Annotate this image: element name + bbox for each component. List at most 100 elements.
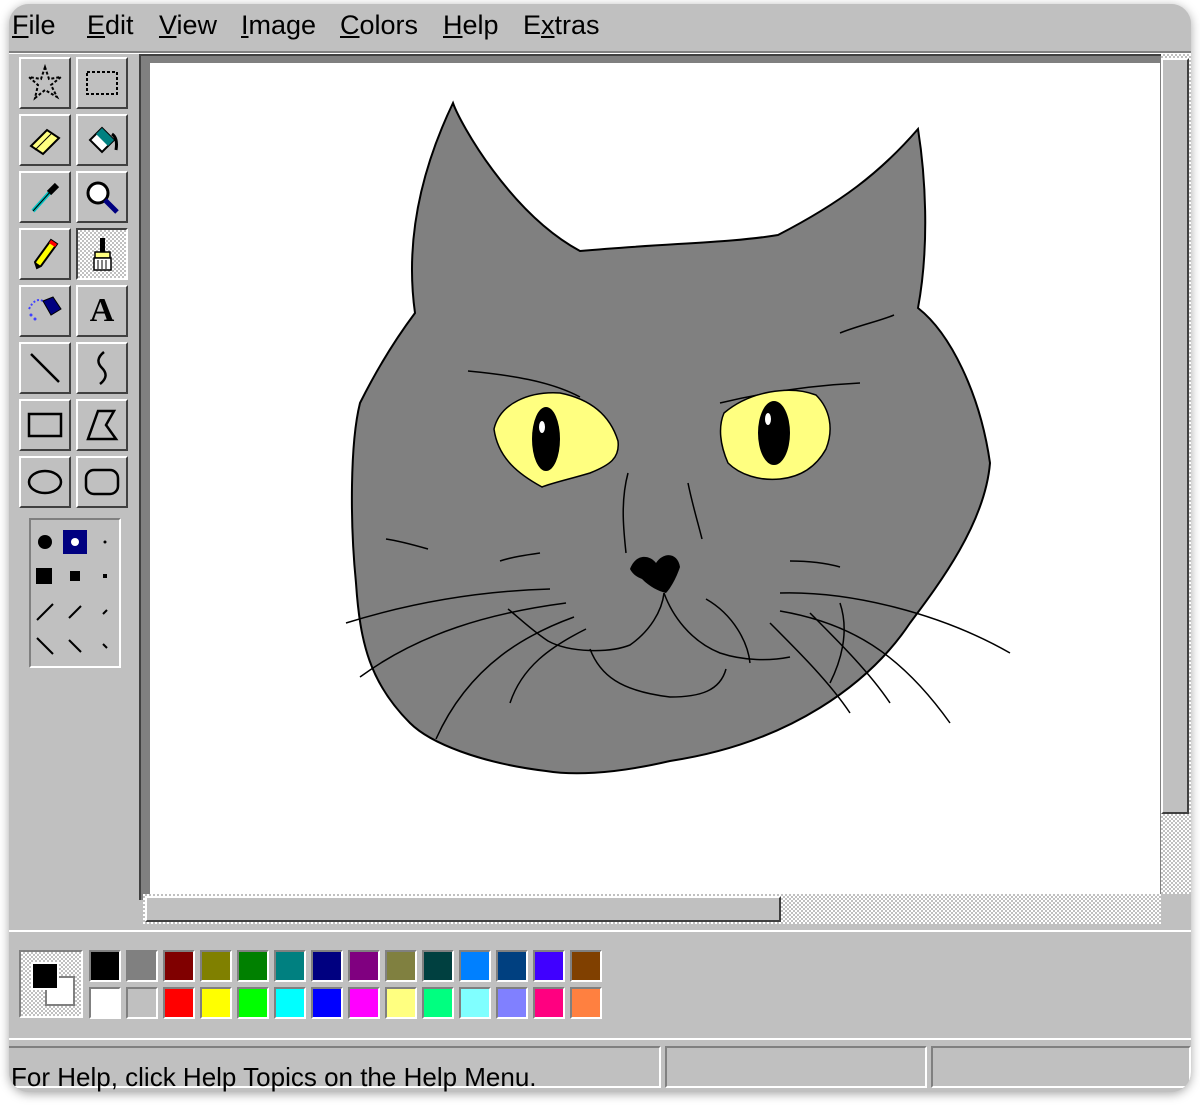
tool-polygon[interactable] xyxy=(76,399,128,451)
menu-edit[interactable]: Edit xyxy=(87,10,134,41)
palette-color-swatch[interactable] xyxy=(422,987,454,1019)
current-colors-indicator xyxy=(19,950,83,1018)
brush-options-panel xyxy=(29,518,121,668)
tool-rectangle[interactable] xyxy=(19,399,71,451)
palette-color-swatch[interactable] xyxy=(570,987,602,1019)
menu-file-rest: ile xyxy=(28,10,56,40)
color-box xyxy=(9,930,1191,1036)
palette-color-swatch[interactable] xyxy=(200,987,232,1019)
status-bar: For Help, click Help Topics on the Help … xyxy=(9,1038,1191,1092)
horizontal-scrollbar-thumb[interactable] xyxy=(145,896,781,922)
tool-ellipse[interactable] xyxy=(19,456,71,508)
scrollbar-corner xyxy=(1161,894,1191,928)
menu-extras[interactable]: Extras xyxy=(523,10,600,41)
palette-color-swatch[interactable] xyxy=(385,987,417,1019)
palette-color-swatch[interactable] xyxy=(348,987,380,1019)
tool-line[interactable] xyxy=(19,342,71,394)
vertical-scrollbar[interactable] xyxy=(1161,54,1191,928)
palette-color-swatch[interactable] xyxy=(311,950,343,982)
brush-square-small[interactable] xyxy=(103,574,107,578)
tool-airbrush[interactable] xyxy=(19,285,71,337)
palette-color-swatch[interactable] xyxy=(237,950,269,982)
brush-slash-medium[interactable] xyxy=(68,605,82,619)
palette-color-swatch[interactable] xyxy=(459,950,491,982)
menu-file[interactable]: File xyxy=(12,10,56,41)
palette-color-swatch[interactable] xyxy=(237,987,269,1019)
palette-color-swatch[interactable] xyxy=(274,950,306,982)
palette-color-swatch[interactable] xyxy=(496,950,528,982)
palette-color-swatch[interactable] xyxy=(89,987,121,1019)
brush-backslash-large[interactable] xyxy=(36,637,54,655)
palette-color-swatch[interactable] xyxy=(570,950,602,982)
rectangle-icon xyxy=(27,412,63,438)
menu-image[interactable]: Image xyxy=(241,10,316,41)
palette-color-swatch[interactable] xyxy=(496,987,528,1019)
palette-color-swatch[interactable] xyxy=(422,950,454,982)
cat-drawing xyxy=(345,100,1011,775)
horizontal-scrollbar[interactable] xyxy=(143,894,1161,924)
canvas-viewport xyxy=(139,54,1161,900)
tool-text[interactable]: A xyxy=(76,285,128,337)
paint-window: File Edit View Image Colors Help Extras xyxy=(9,4,1191,1092)
tool-curve[interactable] xyxy=(76,342,128,394)
palette-color-swatch[interactable] xyxy=(163,987,195,1019)
palette-color-swatch[interactable] xyxy=(533,987,565,1019)
brush-slash-large[interactable] xyxy=(36,603,54,621)
status-coords-field xyxy=(665,1046,927,1088)
menu-help[interactable]: Help xyxy=(443,10,499,41)
toolbox: A xyxy=(9,54,139,928)
palette-color-swatch[interactable] xyxy=(126,950,158,982)
brush-round-large[interactable] xyxy=(38,535,52,549)
palette-color-swatch[interactable] xyxy=(200,950,232,982)
drawing-canvas[interactable] xyxy=(150,63,1160,899)
brush-round-small[interactable] xyxy=(103,540,107,544)
brush-backslash-small[interactable] xyxy=(102,643,108,649)
menu-colors[interactable]: Colors xyxy=(340,10,418,41)
rectangle-select-icon xyxy=(86,71,118,95)
tool-free-form-select[interactable] xyxy=(19,57,71,109)
palette-color-swatch[interactable] xyxy=(385,950,417,982)
tool-magnifier[interactable] xyxy=(76,171,128,223)
free-form-select-icon xyxy=(25,63,65,101)
tool-fill-with-color[interactable] xyxy=(76,114,128,166)
tool-pick-color[interactable] xyxy=(19,171,71,223)
brush-icon xyxy=(93,238,112,271)
brush-shape-options xyxy=(36,530,108,655)
magnifier-icon xyxy=(86,181,119,214)
pencil-icon xyxy=(33,238,59,270)
palette-color-swatch[interactable] xyxy=(163,950,195,982)
palette-color-swatch[interactable] xyxy=(533,950,565,982)
palette-color-swatch[interactable] xyxy=(126,987,158,1019)
tool-brush[interactable] xyxy=(76,228,128,280)
menu-view[interactable]: View xyxy=(159,10,217,41)
ellipse-icon xyxy=(27,469,63,495)
curve-icon xyxy=(97,351,107,385)
brush-backslash-medium[interactable] xyxy=(68,639,82,653)
tool-rounded-rectangle[interactable] xyxy=(76,456,128,508)
palette-color-swatch[interactable] xyxy=(89,950,121,982)
cat-head xyxy=(350,100,992,775)
brush-slash-small[interactable] xyxy=(102,609,108,615)
polygon-icon xyxy=(86,409,119,441)
palette-color-swatch[interactable] xyxy=(274,987,306,1019)
status-message: For Help, click Help Topics on the Help … xyxy=(11,1062,537,1092)
airbrush-icon xyxy=(28,296,62,321)
status-message-field: For Help, click Help Topics on the Help … xyxy=(9,1046,661,1092)
foreground-color-swatch xyxy=(31,962,59,990)
vertical-scrollbar-thumb[interactable] xyxy=(1161,58,1189,814)
eyedropper-icon xyxy=(31,182,60,213)
tool-pencil[interactable] xyxy=(19,228,71,280)
rounded-rectangle-icon xyxy=(84,468,120,496)
palette-color-swatch[interactable] xyxy=(311,987,343,1019)
tool-eraser[interactable] xyxy=(19,114,71,166)
paint-bucket-icon xyxy=(88,126,118,154)
status-size-field xyxy=(931,1046,1191,1088)
brush-square-medium[interactable] xyxy=(70,571,80,581)
menu-bar: File Edit View Image Colors Help Extras xyxy=(9,4,1191,50)
palette-color-swatch[interactable] xyxy=(459,987,491,1019)
line-icon xyxy=(30,353,60,383)
eraser-icon xyxy=(29,128,61,156)
palette-color-swatch[interactable] xyxy=(348,950,380,982)
tool-select[interactable] xyxy=(76,57,128,109)
brush-square-large[interactable] xyxy=(36,568,52,584)
